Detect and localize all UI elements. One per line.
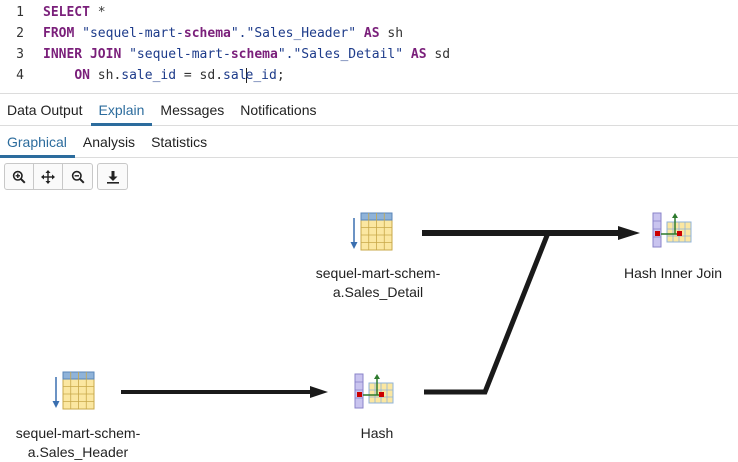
- sql-editor[interactable]: 1 SELECT * 2 FROM "sequel-mart-schema"."…: [0, 0, 738, 94]
- tab-messages[interactable]: Messages: [152, 95, 232, 125]
- code-text: sd: [426, 47, 451, 62]
- tab-notifications[interactable]: Notifications: [232, 95, 324, 125]
- tab-explain[interactable]: Explain: [90, 95, 153, 126]
- zoom-out-icon: [71, 170, 85, 184]
- keyword: schema: [230, 47, 278, 62]
- zoom-in-button[interactable]: [5, 164, 34, 189]
- code-text: sh: [89, 68, 114, 83]
- hash-icon[interactable]: [353, 373, 395, 409]
- code-line-4: 4 ON sh.sale_id = sd.sale_id;: [0, 65, 738, 86]
- download-icon: [106, 170, 119, 184]
- download-button[interactable]: [98, 164, 127, 189]
- zoom-in-icon: [12, 170, 26, 184]
- code-text: "."Sales_Header": [230, 26, 364, 41]
- label-line: sequel-mart-schem-: [15, 425, 141, 441]
- code-text: .: [215, 68, 224, 83]
- code-text: *: [89, 5, 106, 20]
- label-line: a.Sales_Header: [27, 444, 129, 460]
- zoom-out-button[interactable]: [63, 164, 92, 189]
- move-icon: [41, 169, 55, 184]
- label-line: sequel-mart-schem-: [315, 265, 441, 281]
- code-line-3: 3 INNER JOIN "sequel-mart-schema"."Sales…: [0, 44, 738, 65]
- explain-plan-graph[interactable]: sequel-mart-schem- a.Sales_Detail Hash I…: [0, 196, 738, 462]
- code-text: e_id: [245, 68, 277, 83]
- code-text: sh: [379, 26, 404, 41]
- keyword: schema: [183, 26, 231, 41]
- keyword: ON: [74, 68, 90, 83]
- keyword: AS: [410, 47, 427, 62]
- edge-detail-to-join: [422, 226, 640, 240]
- graph-toolbar: [4, 163, 128, 190]
- line-number: 4: [16, 68, 24, 83]
- keyword: SELECT: [43, 5, 90, 20]
- code-text: = sd: [176, 68, 216, 83]
- code-line-2: 2 FROM "sequel-mart-schema"."Sales_Heade…: [0, 23, 738, 44]
- edge-hash-to-join: [424, 232, 551, 395]
- node-label-hash-inner-join: Hash Inner Join: [623, 265, 723, 281]
- tab-graphical[interactable]: Graphical: [0, 127, 75, 158]
- tab-analysis[interactable]: Analysis: [75, 127, 143, 157]
- explain-subtabs: Graphical Analysis Statistics: [0, 127, 738, 158]
- tab-statistics[interactable]: Statistics: [143, 127, 215, 157]
- code-text: "."Sales_Detail": [277, 47, 411, 62]
- pan-button[interactable]: [34, 164, 63, 189]
- keyword: AS: [363, 26, 380, 41]
- download-button-group: [97, 163, 128, 190]
- code-text: "sequel-mart-: [74, 26, 184, 41]
- label-line: a.Sales_Detail: [332, 284, 424, 300]
- code-text: "sequel-mart-: [121, 47, 231, 62]
- line-number: 2: [16, 26, 24, 41]
- edge-header-to-hash: [121, 386, 328, 398]
- node-label-sales-header: sequel-mart-schem- a.Sales_Header: [0, 424, 156, 462]
- code-line-1: 1 SELECT *: [0, 2, 738, 23]
- keyword: FROM: [43, 26, 75, 41]
- line-number: 3: [16, 47, 24, 62]
- seq-scan-icon[interactable]: [48, 371, 96, 413]
- code-text: ;: [276, 68, 285, 83]
- code-text: sale_id: [121, 68, 177, 83]
- node-label-hash: Hash: [360, 425, 394, 441]
- line-number: 1: [16, 5, 24, 20]
- hash-join-icon[interactable]: [651, 212, 693, 248]
- seq-scan-icon[interactable]: [346, 212, 394, 254]
- code-text: sal: [223, 68, 247, 83]
- keyword: INNER JOIN: [43, 47, 122, 62]
- result-tabs: Data Output Explain Messages Notificatio…: [0, 95, 738, 126]
- tab-data-output[interactable]: Data Output: [0, 95, 91, 125]
- zoom-button-group: [4, 163, 93, 190]
- node-label-sales-detail: sequel-mart-schem- a.Sales_Detail: [298, 264, 458, 302]
